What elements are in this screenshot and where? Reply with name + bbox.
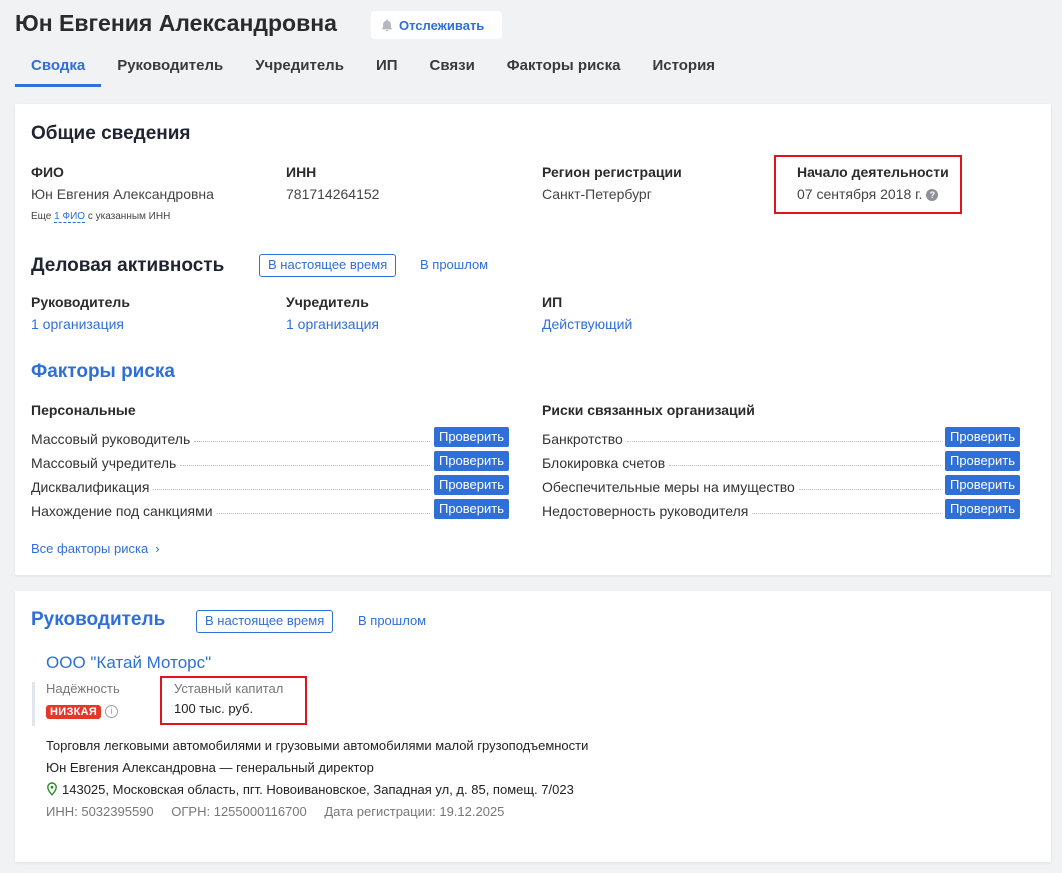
info-icon[interactable]: i [105, 704, 119, 718]
risk-row: Массовый учредитель Проверить [31, 451, 509, 471]
org-address[interactable]: 143025, Московская область, пгт. Новоива… [46, 782, 574, 797]
now-button[interactable]: В настоящее время [196, 610, 334, 633]
region-value: Санкт-Петербург [542, 186, 652, 202]
now-button[interactable]: В настоящее время [259, 254, 397, 277]
check-button[interactable]: Проверить [433, 475, 509, 495]
dotted-leader [626, 441, 941, 442]
org-activity: Торговля легковыми автомобилями и грузов… [46, 738, 589, 753]
tab-director[interactable]: Руководитель [101, 52, 239, 87]
other-fio-link[interactable]: 1 ФИО [54, 211, 86, 223]
risk-row: Блокировка счетов Проверить [542, 451, 1020, 471]
dotted-leader [669, 465, 941, 466]
check-button[interactable]: Проверить [944, 499, 1020, 519]
risk-name: Дисквалификация [31, 479, 150, 495]
fio-note-prefix: Еще [31, 211, 55, 222]
director-heading[interactable]: Руководитель [31, 609, 165, 631]
past-link[interactable]: В прошлом [358, 613, 426, 628]
start-value-row: 07 сентября 2018 г.? [797, 186, 939, 202]
risk-row: Недостоверность руководителя Проверить [542, 499, 1020, 519]
risk-row: Обеспечительные меры на имущество Провери… [542, 475, 1020, 495]
dotted-leader [752, 513, 941, 514]
bell-icon [381, 19, 393, 32]
inn-label: ИНН [286, 164, 317, 180]
org-name-link[interactable]: ООО "Катай Моторс" [46, 653, 211, 673]
check-button[interactable]: Проверить [433, 499, 509, 519]
director-orgs-link[interactable]: 1 организация [31, 316, 124, 332]
dotted-leader [216, 513, 430, 514]
location-pin-icon [47, 782, 57, 796]
fio-value: Юн Евгения Александровна [31, 186, 214, 202]
risk-name: Недостоверность руководителя [542, 503, 749, 519]
risk-name: Массовый руководитель [31, 431, 191, 447]
side-accent-bar [32, 682, 35, 726]
fio-note: Еще 1 ФИО с указанным ИНН [31, 211, 171, 223]
page-title: Юн Евгения Александровна [15, 10, 337, 36]
check-button[interactable]: Проверить [433, 427, 509, 447]
risk-name: Обеспечительные меры на имущество [542, 479, 795, 495]
tab-links[interactable]: Связи [414, 52, 491, 87]
all-risk-factors-label: Все факторы риска [31, 541, 149, 556]
risk-name: Блокировка счетов [542, 455, 666, 471]
tab-history[interactable]: История [636, 52, 731, 87]
start-label: Начало деятельности [797, 164, 949, 180]
track-button[interactable]: Отслеживать [371, 11, 502, 39]
org-registry-row: ИНН: 5032395590 ОГРН: 1255000116700 Дата… [46, 804, 504, 819]
all-risk-factors-link[interactable]: Все факторы риска › [31, 541, 160, 556]
dotted-leader [194, 441, 430, 442]
org-ogrn: ОГРН: 1255000116700 [171, 804, 307, 819]
risk-name: Банкротство [542, 431, 623, 447]
risk-row: Массовый руководитель Проверить [31, 427, 509, 447]
track-label: Отслеживать [399, 17, 485, 33]
capital-value: 100 тыс. руб. [174, 701, 254, 716]
start-value: 07 сентября 2018 г. [797, 186, 923, 202]
risk-row: Нахождение под санкциями Проверить [31, 499, 509, 519]
risk-name: Нахождение под санкциями [31, 503, 213, 519]
director-label: Руководитель [31, 294, 130, 310]
address-text: 143025, Московская область, пгт. Новоива… [62, 782, 574, 797]
reliability-badge: НИЗКАЯ [46, 705, 102, 719]
tab-summary[interactable]: Сводка [15, 52, 102, 87]
business-heading: Деловая активность [31, 255, 225, 276]
fio-label: ФИО [31, 164, 64, 180]
founder-label: Учредитель [286, 294, 369, 310]
risk-heading[interactable]: Факторы риска [31, 361, 175, 383]
capital-label: Уставный капитал [174, 681, 284, 696]
org-reg-date: Дата регистрации: 19.12.2025 [324, 804, 505, 819]
founder-orgs-link[interactable]: 1 организация [286, 316, 379, 332]
reliability-label: Надёжность [46, 681, 120, 696]
reliability-row: НИЗКАЯ i [46, 702, 119, 719]
risk-row: Дисквалификация Проверить [31, 475, 509, 495]
ip-label: ИП [542, 294, 563, 310]
check-button[interactable]: Проверить [944, 427, 1020, 447]
dotted-leader [180, 465, 430, 466]
check-button[interactable]: Проверить [944, 451, 1020, 471]
related-risks-label: Риски связанных организаций [542, 402, 755, 418]
org-inn: ИНН: 5032395590 [46, 804, 154, 819]
ip-status-link[interactable]: Действующий [542, 316, 632, 332]
inn-value: 781714264152 [286, 186, 380, 202]
tab-ip[interactable]: ИП [360, 52, 414, 87]
tab-risk-factors[interactable]: Факторы риска [491, 52, 637, 87]
general-heading: Общие сведения [31, 123, 191, 144]
tab-bar: Сводка Руководитель Учредитель ИП Связи … [15, 52, 731, 87]
personal-risks-label: Персональные [31, 402, 136, 418]
fio-note-suffix: с указанным ИНН [85, 211, 171, 222]
director-card: Руководитель В настоящее время В прошлом… [15, 591, 1051, 862]
director-role: Юн Евгения Александровна — генеральный д… [46, 760, 374, 775]
check-button[interactable]: Проверить [944, 475, 1020, 495]
risk-name: Массовый учредитель [31, 455, 177, 471]
chevron-right-icon: › [155, 541, 160, 556]
help-icon[interactable]: ? [926, 189, 939, 202]
dotted-leader [153, 489, 430, 490]
risk-row: Банкротство Проверить [542, 427, 1020, 447]
check-button[interactable]: Проверить [433, 451, 509, 471]
summary-card: Общие сведения ФИО Юн Евгения Александро… [15, 104, 1051, 575]
past-link[interactable]: В прошлом [420, 257, 488, 272]
tab-founder[interactable]: Учредитель [239, 52, 360, 87]
dotted-leader [798, 489, 941, 490]
region-label: Регион регистрации [542, 164, 682, 180]
